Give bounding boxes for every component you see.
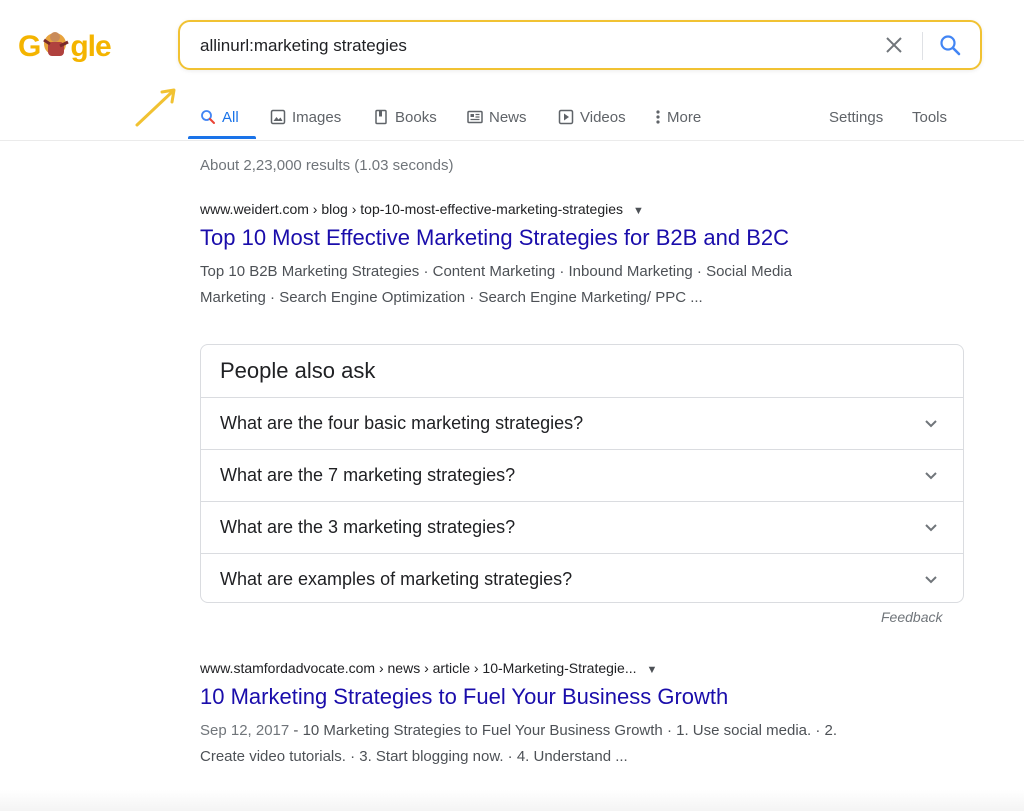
tab-more[interactable]: More [655,104,701,130]
logo-letters-gle: gle [70,30,111,63]
result-title-link[interactable]: Top 10 Most Effective Marketing Strategi… [200,223,920,253]
chevron-down-icon [925,524,937,532]
snippet-line: Create video tutorials. · 3. Start blogg… [200,748,628,765]
play-icon [558,109,574,125]
snippet-line: Top 10 B2B Marketing Strategies · Conten… [200,263,792,280]
chevron-down-icon [925,420,937,428]
doodle-figure-icon [43,32,70,56]
logo-letter-g: G [18,30,41,63]
result-url-breadcrumb[interactable]: www.stamfordadvocate.com › news › articl… [200,660,920,676]
paa-question[interactable]: What are the 3 marketing strategies? [201,502,963,554]
search-icon[interactable] [938,33,962,57]
search-divider [922,32,923,60]
settings-link[interactable]: Settings [829,104,883,130]
caret-down-icon[interactable]: ▼ [633,205,644,217]
result-url-breadcrumb[interactable]: www.weidert.com › blog › top-10-most-eff… [200,201,920,217]
news-icon [467,110,483,124]
image-icon [270,109,286,125]
tab-label: Videos [580,108,626,126]
paa-question-text: What are the 7 marketing strategies? [220,465,516,485]
result-url: www.weidert.com › blog › top-10-most-eff… [200,201,624,217]
tab-books[interactable]: Books [373,104,437,130]
result-snippet: Sep 12, 2017 - 10 Marketing Strategies t… [200,718,920,770]
more-dots-icon [656,110,660,124]
search-box[interactable]: allinurl:marketing strategies [178,20,982,70]
active-tab-indicator [188,136,256,139]
tab-all[interactable]: All [200,104,239,130]
search-input[interactable]: allinurl:marketing strategies [200,36,407,56]
paa-question[interactable]: What are the four basic marketing strate… [201,398,963,450]
tab-videos[interactable]: Videos [558,104,626,130]
tab-images[interactable]: Images [270,104,341,130]
people-also-ask-box: People also ask What are the four basic … [200,344,964,603]
tab-label: More [667,108,702,126]
search-tabs-bar: All Images Books News Videos More Settin… [0,96,1024,141]
search-icon [201,110,215,124]
search-result: www.stamfordadvocate.com › news › articl… [200,660,920,770]
paa-question[interactable]: What are examples of marketing strategie… [201,554,963,605]
snippet-line: Sep 12, 2017 - 10 Marketing Strategies t… [200,718,920,744]
chevron-down-icon [925,576,937,584]
snippet-text: - 10 Marketing Strategies to Fuel Your B… [289,722,837,739]
paa-heading: People also ask [201,345,963,398]
google-doodle-logo[interactable]: G gle [18,28,128,68]
book-icon [375,109,387,125]
snippet-line: Marketing · Search Engine Optimization ·… [200,289,703,306]
tab-label: All [222,108,239,126]
result-stats: About 2,23,000 results (1.03 seconds) [200,157,454,174]
caret-down-icon[interactable]: ▼ [647,664,658,676]
search-result: www.weidert.com › blog › top-10-most-eff… [200,201,920,311]
tab-label: Images [292,108,342,126]
tab-news[interactable]: News [467,104,527,130]
tools-link[interactable]: Tools [912,104,947,130]
paa-question-text: What are examples of marketing strategie… [220,569,573,589]
tab-label: News [489,108,527,126]
paa-question[interactable]: What are the 7 marketing strategies? [201,450,963,502]
paa-question-text: What are the 3 marketing strategies? [220,517,516,537]
page-bottom-fade [0,790,1024,811]
feedback-link[interactable]: Feedback [881,609,942,625]
result-snippet: Top 10 B2B Marketing Strategies · Conten… [200,259,920,311]
tab-label: Books [395,108,437,126]
result-date: Sep 12, 2017 [200,722,290,739]
clear-search-icon[interactable] [882,33,906,57]
chevron-down-icon [925,472,937,480]
result-title-link[interactable]: 10 Marketing Strategies to Fuel Your Bus… [200,682,920,712]
result-url: www.stamfordadvocate.com › news › articl… [200,660,637,676]
paa-question-text: What are the four basic marketing strate… [220,413,584,433]
